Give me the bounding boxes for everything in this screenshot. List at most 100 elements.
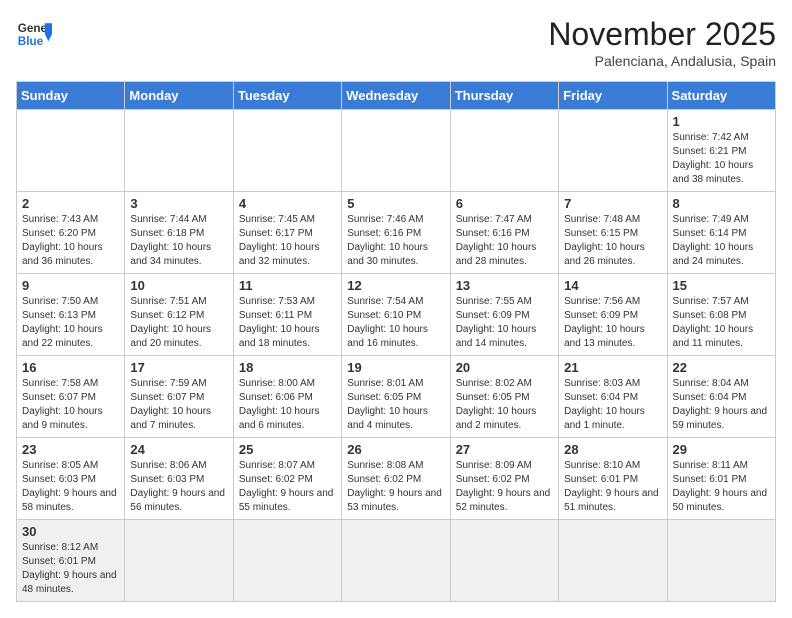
calendar-cell: 11 Sunrise: 7:53 AM Sunset: 6:11 PM Dayli… <box>233 274 341 356</box>
calendar-cell <box>125 520 233 602</box>
day-info: Sunrise: 7:49 AM Sunset: 6:14 PM Dayligh… <box>673 213 770 269</box>
logo-icon: General Blue <box>16 16 52 52</box>
calendar-table: SundayMondayTuesdayWednesdayThursdayFrid… <box>16 81 776 602</box>
day-info: Sunrise: 8:03 AM Sunset: 6:04 PM Dayligh… <box>564 377 661 433</box>
calendar-cell: 7 Sunrise: 7:48 AM Sunset: 6:15 PM Daylig… <box>559 192 667 274</box>
day-number: 11 <box>239 278 336 293</box>
calendar-cell: 14Sunrise: 7:56 AM Sunset: 6:09 PM Dayli… <box>559 274 667 356</box>
weekday-header-monday: Monday <box>125 82 233 110</box>
weekday-header-wednesday: Wednesday <box>342 82 450 110</box>
svg-text:Blue: Blue <box>18 35 44 48</box>
calendar-cell: 13Sunrise: 7:55 AM Sunset: 6:09 PM Dayli… <box>450 274 558 356</box>
day-number: 1 <box>673 114 770 129</box>
day-info: Sunrise: 7:57 AM Sunset: 6:08 PM Dayligh… <box>673 295 770 351</box>
calendar-cell: 4 Sunrise: 7:45 AM Sunset: 6:17 PM Daylig… <box>233 192 341 274</box>
calendar-cell <box>342 520 450 602</box>
calendar-cell <box>125 110 233 192</box>
day-info: Sunrise: 8:01 AM Sunset: 6:05 PM Dayligh… <box>347 377 444 433</box>
day-number: 25 <box>239 442 336 457</box>
day-number: 29 <box>673 442 770 457</box>
weekday-header-sunday: Sunday <box>17 82 125 110</box>
day-number: 21 <box>564 360 661 375</box>
page-header: General Blue November 2025 Palenciana, A… <box>16 16 776 69</box>
calendar-cell: 17 Sunrise: 7:59 AM Sunset: 6:07 PM Dayli… <box>125 356 233 438</box>
day-info: Sunrise: 8:00 AM Sunset: 6:06 PM Dayligh… <box>239 377 336 433</box>
calendar-cell: 12 Sunrise: 7:54 AM Sunset: 6:10 PM Dayli… <box>342 274 450 356</box>
month-year-title: November 2025 <box>548 16 776 53</box>
day-number: 15 <box>673 278 770 293</box>
day-number: 20 <box>456 360 553 375</box>
calendar-cell: 8 Sunrise: 7:49 AM Sunset: 6:14 PM Daylig… <box>667 192 775 274</box>
day-info: Sunrise: 7:58 AM Sunset: 6:07 PM Dayligh… <box>22 377 119 433</box>
calendar-cell <box>559 520 667 602</box>
calendar-cell <box>450 110 558 192</box>
day-number: 6 <box>456 196 553 211</box>
day-number: 19 <box>347 360 444 375</box>
day-info: Sunrise: 8:10 AM Sunset: 6:01 PM Dayligh… <box>564 459 661 515</box>
calendar-cell: 24Sunrise: 8:06 AM Sunset: 6:03 PM Dayli… <box>125 438 233 520</box>
day-info: Sunrise: 8:07 AM Sunset: 6:02 PM Dayligh… <box>239 459 336 515</box>
weekday-header-row: SundayMondayTuesdayWednesdayThursdayFrid… <box>17 82 776 110</box>
calendar-cell <box>667 520 775 602</box>
day-number: 3 <box>130 196 227 211</box>
location-subtitle: Palenciana, Andalusia, Spain <box>548 53 776 69</box>
calendar-cell <box>233 520 341 602</box>
day-number: 30 <box>22 524 119 539</box>
day-number: 2 <box>22 196 119 211</box>
calendar-cell: 9Sunrise: 7:50 AM Sunset: 6:13 PM Daylig… <box>17 274 125 356</box>
calendar-cell: 1 Sunrise: 7:42 AM Sunset: 6:21 PM Daylig… <box>667 110 775 192</box>
day-info: Sunrise: 8:12 AM Sunset: 6:01 PM Dayligh… <box>22 541 119 597</box>
day-number: 8 <box>673 196 770 211</box>
calendar-cell: 2 Sunrise: 7:43 AM Sunset: 6:20 PM Daylig… <box>17 192 125 274</box>
calendar-cell: 15 Sunrise: 7:57 AM Sunset: 6:08 PM Dayli… <box>667 274 775 356</box>
day-info: Sunrise: 7:43 AM Sunset: 6:20 PM Dayligh… <box>22 213 119 269</box>
day-number: 24 <box>130 442 227 457</box>
day-number: 7 <box>564 196 661 211</box>
logo: General Blue <box>16 16 52 52</box>
day-info: Sunrise: 8:02 AM Sunset: 6:05 PM Dayligh… <box>456 377 553 433</box>
weekday-header-saturday: Saturday <box>667 82 775 110</box>
day-info: Sunrise: 7:59 AM Sunset: 6:07 PM Dayligh… <box>130 377 227 433</box>
calendar-cell: 27Sunrise: 8:09 AM Sunset: 6:02 PM Dayli… <box>450 438 558 520</box>
day-info: Sunrise: 8:11 AM Sunset: 6:01 PM Dayligh… <box>673 459 770 515</box>
day-number: 26 <box>347 442 444 457</box>
day-info: Sunrise: 8:04 AM Sunset: 6:04 PM Dayligh… <box>673 377 770 433</box>
day-info: Sunrise: 8:05 AM Sunset: 6:03 PM Dayligh… <box>22 459 119 515</box>
calendar-cell: 3 Sunrise: 7:44 AM Sunset: 6:18 PM Daylig… <box>125 192 233 274</box>
day-number: 23 <box>22 442 119 457</box>
day-number: 9 <box>22 278 119 293</box>
calendar-cell: 16 Sunrise: 7:58 AM Sunset: 6:07 PM Dayli… <box>17 356 125 438</box>
day-number: 12 <box>347 278 444 293</box>
day-info: Sunrise: 7:51 AM Sunset: 6:12 PM Dayligh… <box>130 295 227 351</box>
calendar-week-row: 16 Sunrise: 7:58 AM Sunset: 6:07 PM Dayli… <box>17 356 776 438</box>
day-info: Sunrise: 7:48 AM Sunset: 6:15 PM Dayligh… <box>564 213 661 269</box>
calendar-cell: 28Sunrise: 8:10 AM Sunset: 6:01 PM Dayli… <box>559 438 667 520</box>
day-info: Sunrise: 7:54 AM Sunset: 6:10 PM Dayligh… <box>347 295 444 351</box>
day-info: Sunrise: 7:55 AM Sunset: 6:09 PM Dayligh… <box>456 295 553 351</box>
calendar-cell: 29 Sunrise: 8:11 AM Sunset: 6:01 PM Dayli… <box>667 438 775 520</box>
day-info: Sunrise: 7:56 AM Sunset: 6:09 PM Dayligh… <box>564 295 661 351</box>
weekday-header-thursday: Thursday <box>450 82 558 110</box>
day-info: Sunrise: 7:44 AM Sunset: 6:18 PM Dayligh… <box>130 213 227 269</box>
weekday-header-friday: Friday <box>559 82 667 110</box>
day-number: 4 <box>239 196 336 211</box>
calendar-cell: 22 Sunrise: 8:04 AM Sunset: 6:04 PM Dayli… <box>667 356 775 438</box>
day-number: 17 <box>130 360 227 375</box>
calendar-cell: 25 Sunrise: 8:07 AM Sunset: 6:02 PM Dayli… <box>233 438 341 520</box>
calendar-cell <box>17 110 125 192</box>
calendar-week-row: 9Sunrise: 7:50 AM Sunset: 6:13 PM Daylig… <box>17 274 776 356</box>
calendar-cell: 26Sunrise: 8:08 AM Sunset: 6:02 PM Dayli… <box>342 438 450 520</box>
day-number: 18 <box>239 360 336 375</box>
day-number: 22 <box>673 360 770 375</box>
day-number: 16 <box>22 360 119 375</box>
title-area: November 2025 Palenciana, Andalusia, Spa… <box>548 16 776 69</box>
day-info: Sunrise: 7:47 AM Sunset: 6:16 PM Dayligh… <box>456 213 553 269</box>
day-info: Sunrise: 7:45 AM Sunset: 6:17 PM Dayligh… <box>239 213 336 269</box>
calendar-cell: 19 Sunrise: 8:01 AM Sunset: 6:05 PM Dayli… <box>342 356 450 438</box>
calendar-cell <box>450 520 558 602</box>
day-info: Sunrise: 7:42 AM Sunset: 6:21 PM Dayligh… <box>673 131 770 187</box>
day-number: 27 <box>456 442 553 457</box>
day-info: Sunrise: 7:53 AM Sunset: 6:11 PM Dayligh… <box>239 295 336 351</box>
calendar-cell: 5Sunrise: 7:46 AM Sunset: 6:16 PM Daylig… <box>342 192 450 274</box>
calendar-cell <box>559 110 667 192</box>
